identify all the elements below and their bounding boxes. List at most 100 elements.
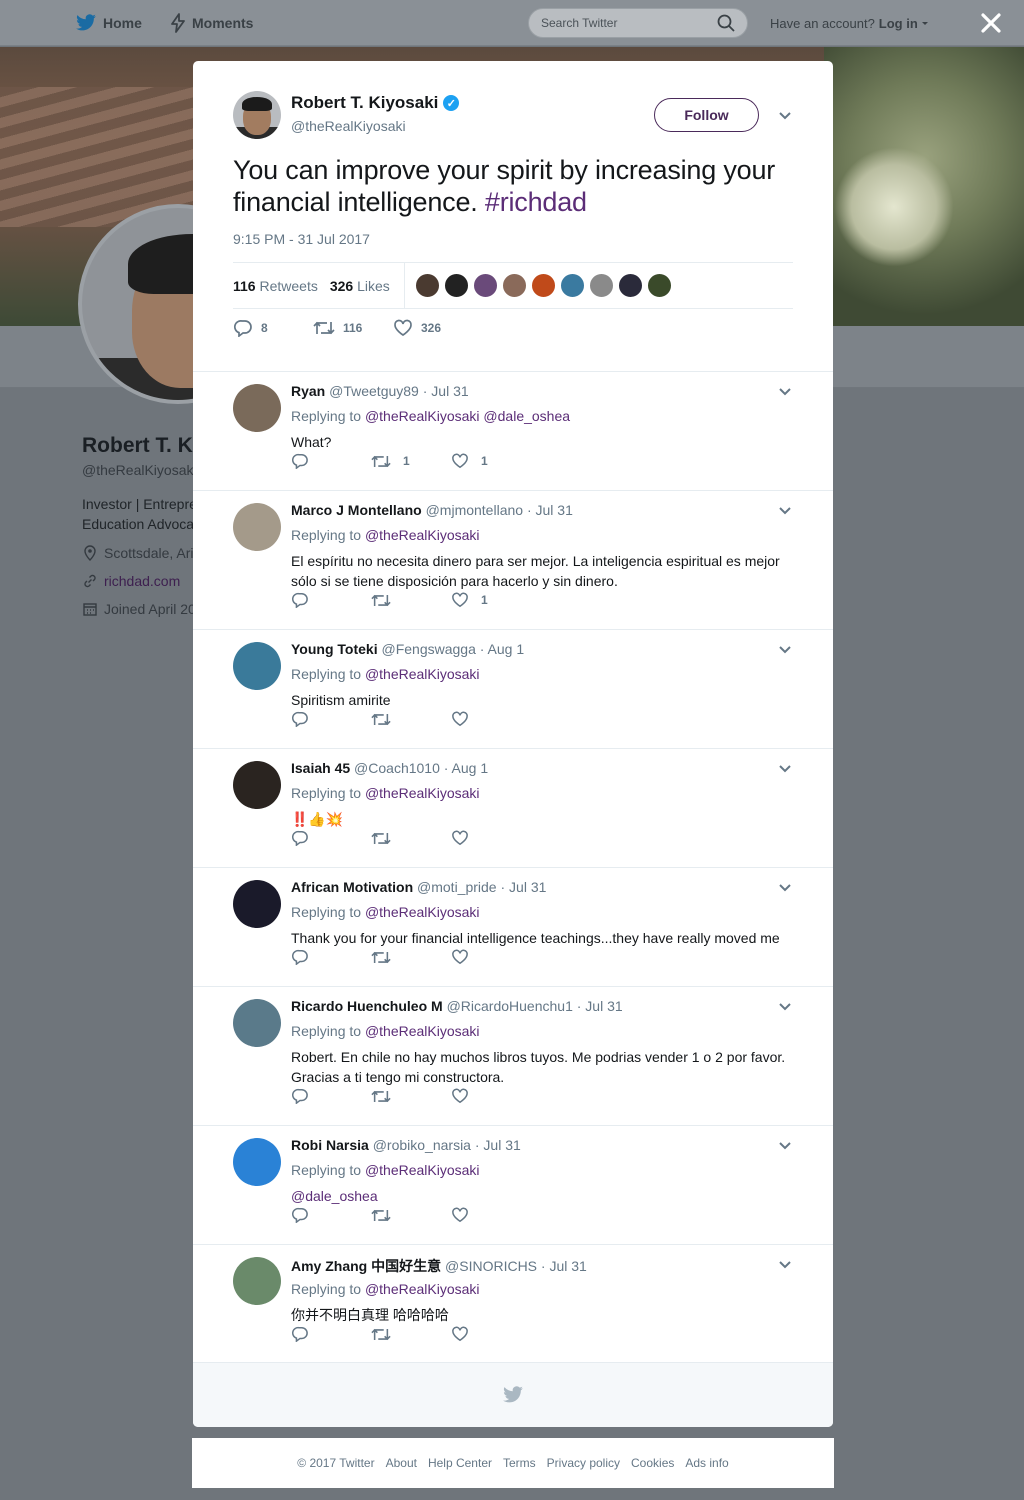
reply-retweet-action[interactable] — [371, 593, 451, 608]
reply-retweet-action[interactable] — [371, 1208, 451, 1223]
reply-action[interactable]: 8 — [233, 319, 313, 337]
liker-avatar[interactable] — [443, 273, 469, 298]
reply-menu-button[interactable] — [777, 761, 793, 777]
likes-stat[interactable]: 326 Likes — [330, 278, 390, 294]
reply-date[interactable]: · Aug 1 — [444, 760, 488, 776]
reply-retweet-action[interactable] — [371, 950, 451, 965]
retweets-stat[interactable]: 116 Retweets — [233, 278, 318, 294]
reply-reply-action[interactable] — [291, 1207, 371, 1223]
reply-author-handle[interactable]: @mjmontellano — [426, 502, 523, 518]
reply-tweet[interactable]: Isaiah 45 @Coach1010 · Aug 1 Replying to … — [193, 749, 833, 868]
footer-link[interactable]: © 2017 Twitter — [297, 1456, 374, 1470]
reply-author-name[interactable]: Ricardo Huenchuleo M — [291, 998, 443, 1014]
reply-reply-action[interactable] — [291, 592, 371, 608]
reply-author-name[interactable]: Ryan — [291, 383, 325, 399]
reply-menu-button[interactable] — [777, 1138, 793, 1154]
reply-retweet-action[interactable] — [371, 1089, 451, 1104]
reply-menu-button[interactable] — [777, 384, 793, 400]
reply-avatar[interactable] — [233, 642, 281, 690]
liker-avatar[interactable] — [559, 273, 585, 298]
reply-author-handle[interactable]: @RicardoHuenchu1 — [447, 998, 573, 1014]
reply-like-action[interactable] — [451, 711, 531, 727]
reply-menu-button[interactable] — [777, 1257, 793, 1273]
reply-like-action[interactable]: 1 — [451, 453, 531, 469]
reply-tweet[interactable]: Ryan @Tweetguy89 · Jul 31 Replying to @th… — [193, 372, 833, 491]
reply-tweet[interactable]: Ricardo Huenchuleo M @RicardoHuenchu1 · … — [193, 987, 833, 1126]
nav-home[interactable]: Home — [75, 0, 142, 46]
replying-to-mention[interactable]: @theRealKiyosaki — [365, 904, 480, 920]
reply-like-action[interactable] — [451, 1207, 531, 1223]
hashtag-link[interactable]: #richdad — [485, 187, 587, 217]
replying-to-mention[interactable]: @theRealKiyosaki @dale_oshea — [365, 408, 570, 424]
reply-date[interactable]: · Jul 31 — [541, 1258, 587, 1274]
reply-like-action[interactable] — [451, 1326, 531, 1342]
reply-reply-action[interactable] — [291, 1088, 371, 1104]
author-name[interactable]: Robert T. Kiyosaki ✓ — [291, 93, 460, 113]
footer-link[interactable]: Cookies — [631, 1456, 674, 1470]
reply-author-handle[interactable]: @Fengswagga — [381, 641, 475, 657]
follow-button[interactable]: Follow — [654, 98, 759, 132]
reply-like-action[interactable] — [451, 830, 531, 846]
author-avatar[interactable] — [233, 91, 281, 139]
reply-avatar[interactable] — [233, 761, 281, 809]
reply-avatar[interactable] — [233, 1257, 281, 1305]
reply-author-name[interactable]: African Motivation — [291, 879, 413, 895]
footer-link[interactable]: Help Center — [428, 1456, 492, 1470]
reply-reply-action[interactable] — [291, 711, 371, 727]
reply-date[interactable]: · Jul 31 — [500, 879, 546, 895]
reply-avatar[interactable] — [233, 1138, 281, 1186]
author-handle[interactable]: @theRealKiyosaki — [291, 118, 406, 134]
reply-author-handle[interactable]: @moti_pride — [417, 879, 497, 895]
replying-to-mention[interactable]: @theRealKiyosaki — [365, 527, 480, 543]
liker-avatar[interactable] — [588, 273, 614, 298]
reply-author-handle[interactable]: @SINORICHS — [445, 1258, 537, 1274]
reply-author-name[interactable]: Marco J Montellano — [291, 502, 422, 518]
reply-date[interactable]: · Aug 1 — [480, 641, 524, 657]
reply-avatar[interactable] — [233, 503, 281, 551]
liker-avatar[interactable] — [501, 273, 527, 298]
retweet-action[interactable]: 116 — [313, 320, 393, 336]
reply-reply-action[interactable] — [291, 949, 371, 965]
replying-to-mention[interactable]: @theRealKiyosaki — [365, 1023, 480, 1039]
reply-tweet[interactable]: Marco J Montellano @mjmontellano · Jul 3… — [193, 491, 833, 630]
replying-to-mention[interactable]: @theRealKiyosaki — [365, 1162, 480, 1178]
reply-reply-action[interactable] — [291, 830, 371, 846]
reply-tweet[interactable]: Robi Narsia @robiko_narsia · Jul 31 Reply… — [193, 1126, 833, 1245]
reply-avatar[interactable] — [233, 880, 281, 928]
reply-author-handle[interactable]: @Coach1010 — [354, 760, 440, 776]
reply-like-action[interactable] — [451, 949, 531, 965]
footer-link[interactable]: About — [386, 1456, 417, 1470]
reply-author-name[interactable]: Isaiah 45 — [291, 760, 350, 776]
replying-to-mention[interactable]: @theRealKiyosaki — [365, 666, 480, 682]
reply-menu-button[interactable] — [777, 999, 793, 1015]
reply-tweet[interactable]: African Motivation @moti_pride · Jul 31 R… — [193, 868, 833, 987]
search-icon[interactable] — [717, 14, 735, 32]
reply-retweet-action[interactable] — [371, 1327, 451, 1342]
reply-retweet-action[interactable] — [371, 712, 451, 727]
reply-author-handle[interactable]: @robiko_narsia — [373, 1137, 471, 1153]
reply-like-action[interactable]: 1 — [451, 592, 531, 608]
reply-retweet-action[interactable] — [371, 831, 451, 846]
reply-author-name[interactable]: Young Toteki — [291, 641, 378, 657]
reply-menu-button[interactable] — [777, 503, 793, 519]
reply-author-name[interactable]: Robi Narsia — [291, 1137, 369, 1153]
reply-author-handle[interactable]: @Tweetguy89 — [329, 383, 419, 399]
reply-reply-action[interactable] — [291, 453, 371, 469]
footer-link[interactable]: Ads info — [685, 1456, 728, 1470]
footer-link[interactable]: Privacy policy — [547, 1456, 620, 1470]
tweet-timestamp[interactable]: 9:15 PM - 31 Jul 2017 — [233, 231, 370, 247]
like-action[interactable]: 326 — [393, 319, 473, 337]
profile-website-link[interactable]: richdad.com — [104, 573, 180, 589]
liker-avatar[interactable] — [472, 273, 498, 298]
reply-menu-button[interactable] — [777, 880, 793, 896]
replying-to-mention[interactable]: @theRealKiyosaki — [365, 785, 480, 801]
nav-moments[interactable]: Moments — [170, 0, 253, 46]
liker-avatar[interactable] — [530, 273, 556, 298]
reply-menu-button[interactable] — [777, 642, 793, 658]
reply-like-action[interactable] — [451, 1088, 531, 1104]
account-login[interactable]: Have an account? Log in — [770, 0, 930, 46]
reply-retweet-action[interactable]: 1 — [371, 454, 451, 469]
reply-tweet[interactable]: Young Toteki @Fengswagga · Aug 1 Replying… — [193, 630, 833, 749]
search-input[interactable]: Search Twitter — [528, 8, 748, 38]
reply-date[interactable]: · Jul 31 — [475, 1137, 521, 1153]
